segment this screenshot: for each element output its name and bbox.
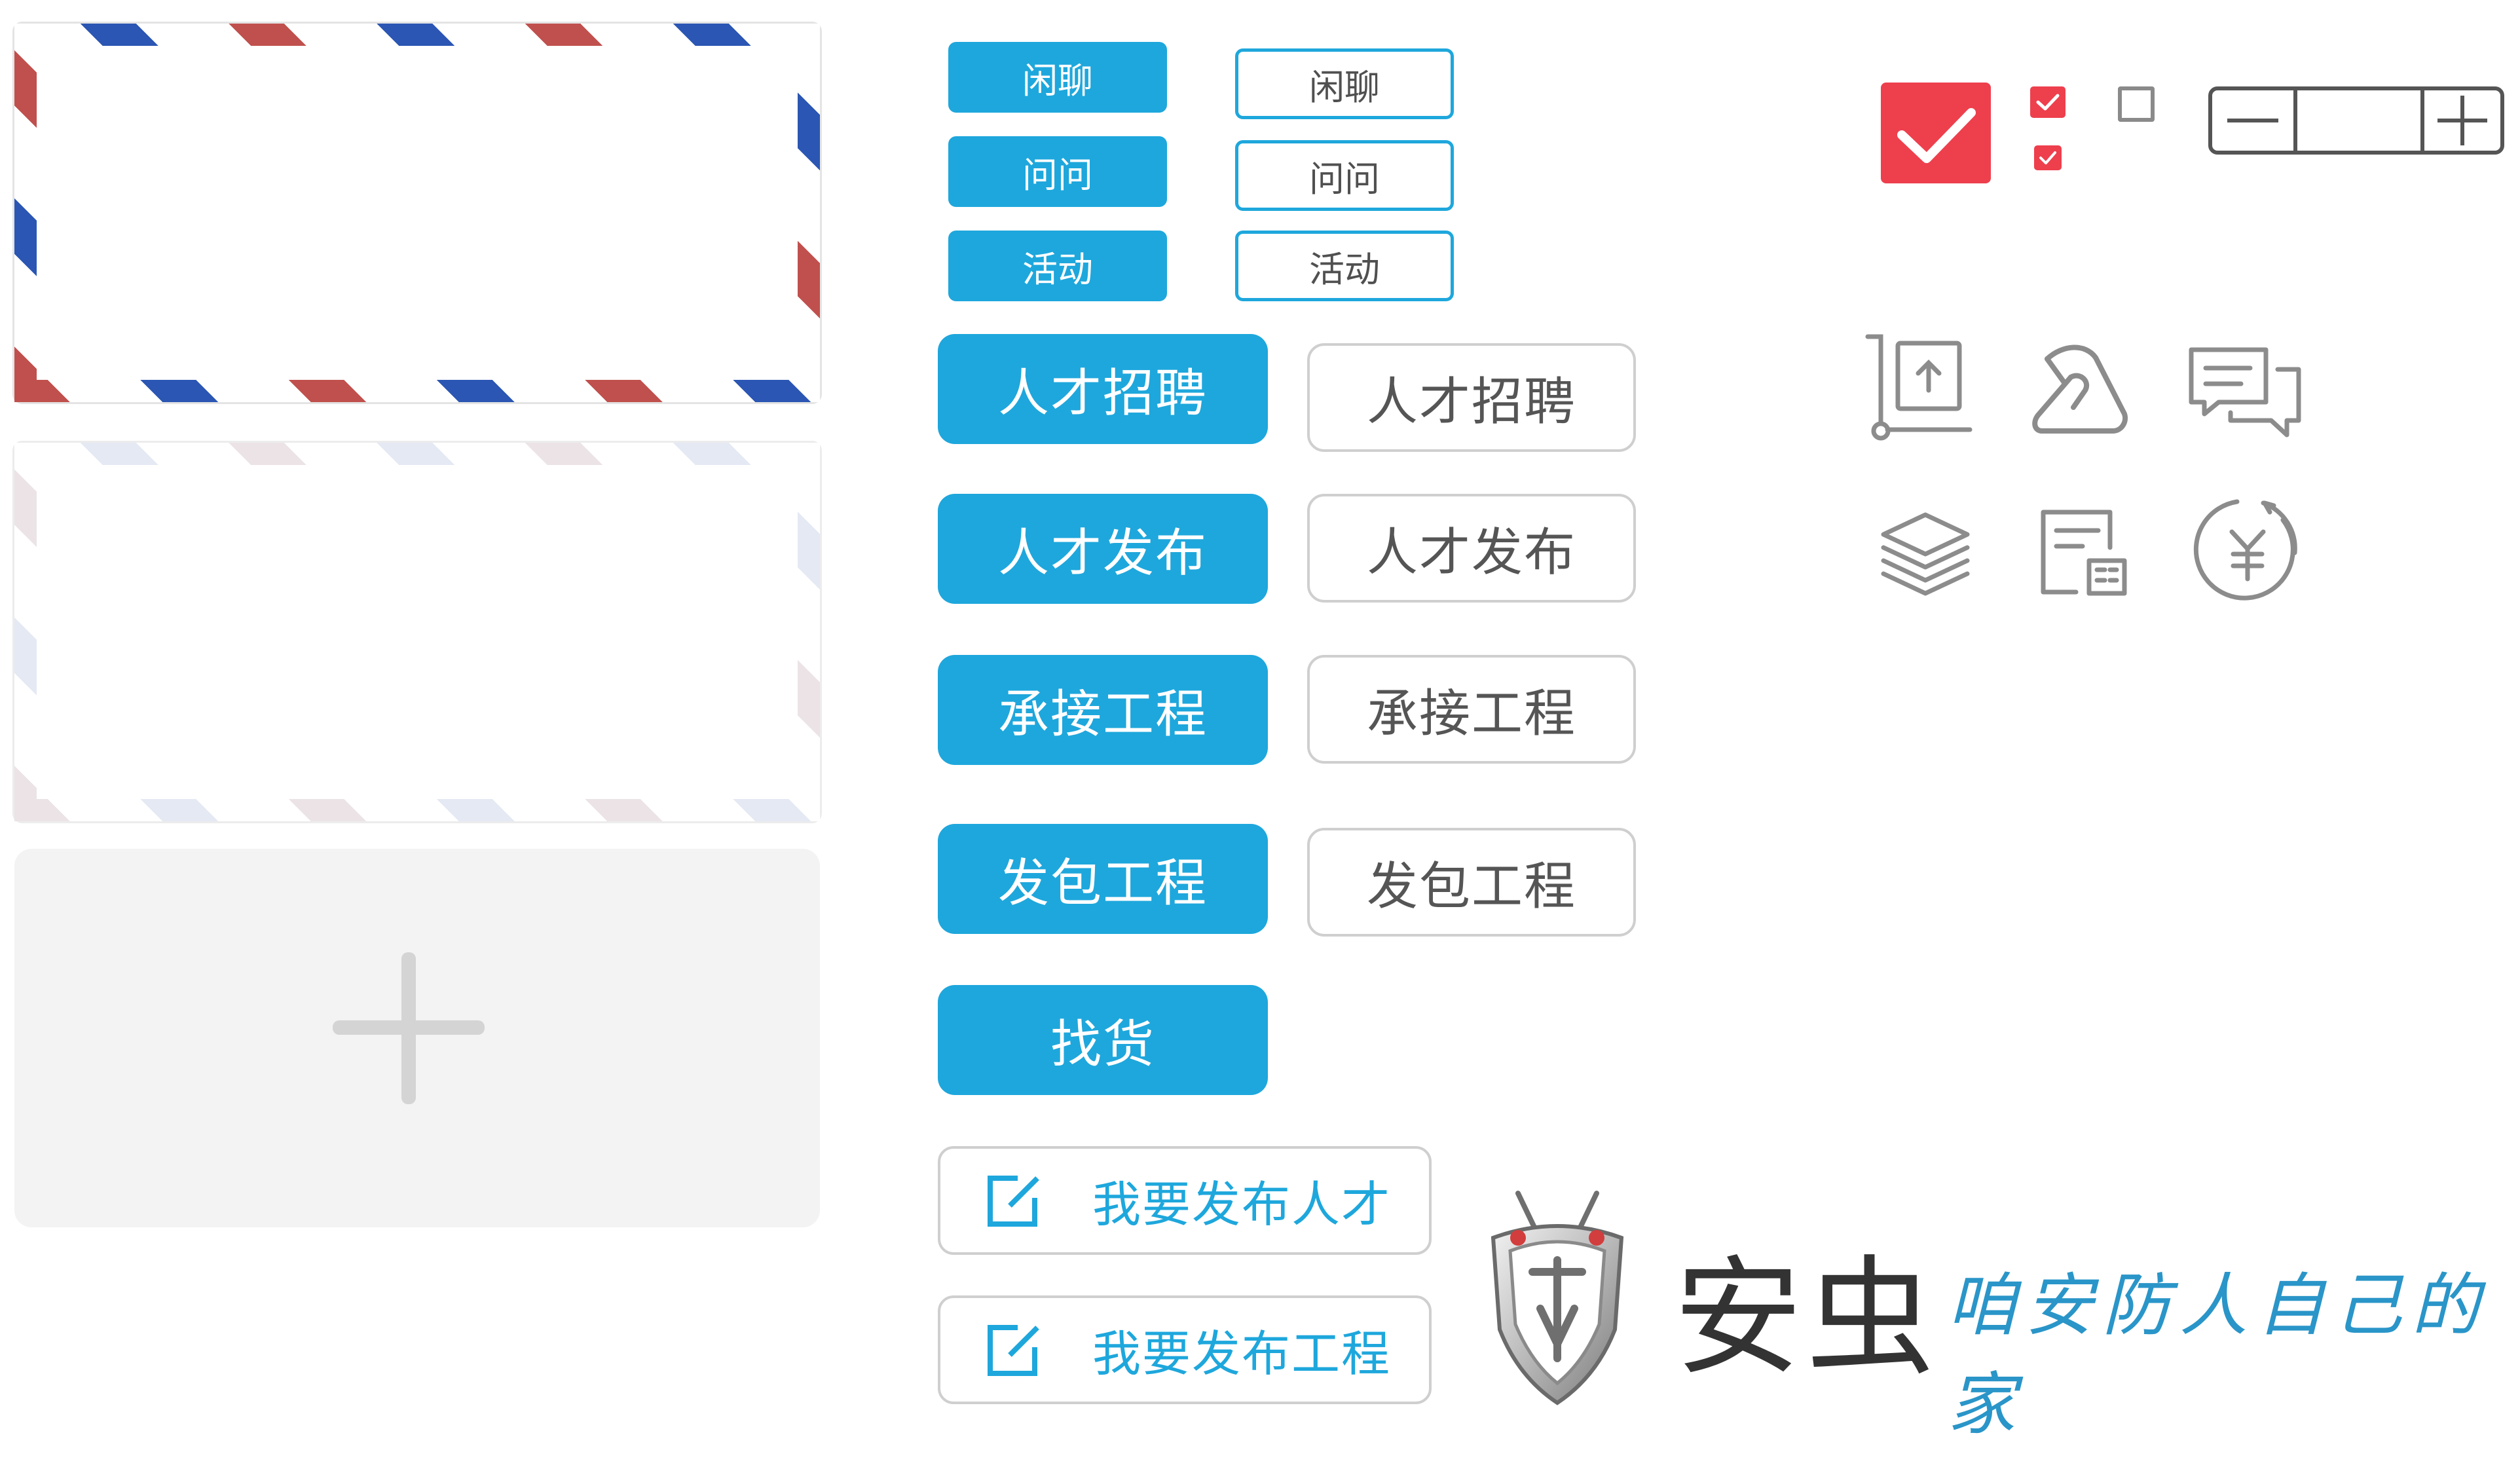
stepper-value-field[interactable] xyxy=(2297,90,2418,151)
edit-icon xyxy=(988,1176,1039,1227)
shield-logo xyxy=(1491,1191,1624,1405)
tag-ask-button-outline[interactable]: 问问 xyxy=(1235,140,1454,211)
yuan-coin-icon[interactable] xyxy=(2191,493,2304,608)
checkbox-unchecked[interactable] xyxy=(2118,86,2155,122)
add-card-placeholder[interactable] xyxy=(14,849,820,1227)
outsource-project-button-outline[interactable]: 发包工程 xyxy=(1307,828,1636,937)
post-project-button[interactable]: 我要发布工程 xyxy=(938,1295,1432,1404)
contract-project-button-outline[interactable]: 承接工程 xyxy=(1307,655,1636,764)
bid-hand-icon[interactable] xyxy=(2028,335,2139,440)
check-icon xyxy=(1897,108,1976,163)
contract-project-button[interactable]: 承接工程 xyxy=(938,655,1268,765)
checkbox-large-checked[interactable] xyxy=(1881,83,1991,183)
check-icon xyxy=(2039,151,2056,164)
tag-chat-button[interactable]: 闲聊 xyxy=(948,42,1167,113)
brand-slogan: 咱安防人自己的家 xyxy=(1948,1265,2489,1444)
brand-name: 安虫 xyxy=(1674,1244,1939,1393)
card-body xyxy=(37,465,798,799)
building-doc-icon[interactable] xyxy=(2037,504,2132,600)
outsource-project-button[interactable]: 发包工程 xyxy=(938,824,1268,934)
stepper-minus-button[interactable] xyxy=(2212,90,2293,151)
plus-icon-vertical xyxy=(401,952,416,1104)
check-icon xyxy=(2036,94,2060,111)
minus-icon xyxy=(2227,119,2278,122)
talent-recruit-button-outline[interactable]: 人才招聘 xyxy=(1307,343,1636,452)
quantity-stepper[interactable] xyxy=(2208,86,2504,155)
tag-ask-button[interactable]: 问问 xyxy=(948,136,1167,207)
find-goods-button[interactable]: 找货 xyxy=(938,985,1268,1095)
checkbox-tiny-checked[interactable] xyxy=(2034,145,2062,170)
tag-event-button-outline[interactable]: 活动 xyxy=(1235,231,1454,301)
chat-bubbles-icon[interactable] xyxy=(2185,343,2305,441)
upload-cart-icon[interactable] xyxy=(1859,327,1976,445)
tag-chat-button-outline[interactable]: 闲聊 xyxy=(1235,48,1454,119)
card-body xyxy=(37,46,798,380)
talent-publish-button-outline[interactable]: 人才发布 xyxy=(1307,494,1636,603)
plus-icon-vertical xyxy=(2460,96,2464,145)
talent-publish-button[interactable]: 人才发布 xyxy=(938,494,1268,604)
airmail-card-active[interactable] xyxy=(14,24,820,402)
checkbox-small-checked[interactable] xyxy=(2030,86,2066,118)
layers-icon[interactable] xyxy=(1878,507,1973,599)
stepper-plus-button[interactable] xyxy=(2424,90,2500,151)
post-talent-label: 我要发布人才 xyxy=(1092,1176,1391,1233)
edit-icon xyxy=(988,1325,1039,1376)
talent-recruit-button[interactable]: 人才招聘 xyxy=(938,334,1268,444)
post-talent-button[interactable]: 我要发布人才 xyxy=(938,1146,1432,1255)
post-project-label: 我要发布工程 xyxy=(1092,1326,1391,1383)
tag-event-button[interactable]: 活动 xyxy=(948,231,1167,301)
airmail-card-faded[interactable] xyxy=(14,443,820,821)
